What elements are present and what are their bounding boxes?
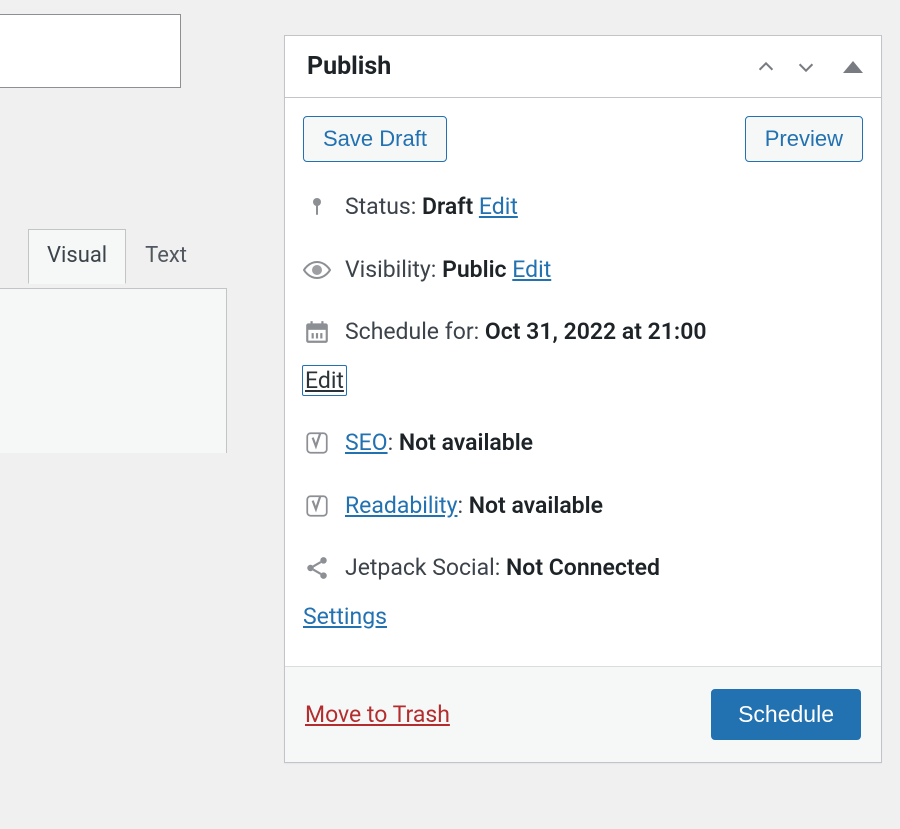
move-to-trash-link[interactable]: Move to Trash [305,701,450,728]
chevron-up-icon[interactable] [755,56,777,78]
status-label: Status: [345,193,422,220]
jetpack-label: Jetpack Social: [345,554,506,581]
readability-row: Readability: Not available [303,475,863,538]
status-row: Status: Draft Edit [303,176,863,239]
tab-visual[interactable]: Visual [28,229,126,284]
save-draft-button[interactable]: Save Draft [303,116,447,162]
publish-panel: Publish Save Draft Preview Status: Draft… [284,35,882,763]
schedule-edit-link[interactable]: Edit [302,365,347,397]
jetpack-text: Jetpack Social: Not Connected [345,551,863,586]
seo-value: Not available [399,429,533,456]
panel-header-controls [755,56,863,78]
readability-text: Readability: Not available [345,489,863,524]
jetpack-settings-link[interactable]: Settings [303,603,387,630]
post-title-input[interactable] [0,14,181,88]
schedule-label: Schedule for: [345,318,485,345]
visibility-value: Public [442,256,506,283]
schedule-button[interactable]: Schedule [711,689,861,740]
publish-panel-header: Publish [285,36,881,98]
jetpack-row: Jetpack Social: Not Connected Settings [303,537,863,648]
preview-button[interactable]: Preview [745,116,863,162]
readability-sep: : [457,492,468,519]
seo-link[interactable]: SEO [345,429,388,456]
status-text: Status: Draft Edit [345,190,863,225]
visibility-edit-link[interactable]: Edit [512,256,551,283]
schedule-text: Schedule for: Oct 31, 2022 at 21:00 [345,315,863,350]
eye-icon [303,256,331,284]
status-edit-link[interactable]: Edit [479,193,518,220]
publish-panel-title: Publish [307,52,391,81]
publish-actions-row: Save Draft Preview [285,98,881,166]
editor-tabs: Visual Text [28,229,206,284]
schedule-value: Oct 31, 2022 at 21:00 [485,318,707,345]
pin-icon [303,193,331,221]
tab-text[interactable]: Text [126,229,206,284]
chevron-down-icon[interactable] [795,56,817,78]
publish-panel-footer: Move to Trash Schedule [285,666,881,762]
visibility-row: Visibility: Public Edit [303,239,863,302]
yoast-readability-icon [303,492,331,520]
schedule-row: Schedule for: Oct 31, 2022 at 21:00 Edit [303,301,863,412]
readability-value: Not available [469,492,603,519]
seo-text: SEO: Not available [345,426,863,461]
jetpack-value: Not Connected [506,554,660,581]
seo-row: SEO: Not available [303,412,863,475]
yoast-seo-icon [303,429,331,457]
readability-link[interactable]: Readability [345,492,457,519]
editor-content-area[interactable] [0,288,227,453]
panel-collapse-toggle[interactable] [843,61,863,73]
seo-sep: : [388,429,399,456]
visibility-text: Visibility: Public Edit [345,253,863,288]
publish-meta-section: Status: Draft Edit Visibility: Public Ed… [285,166,881,666]
status-value: Draft [422,193,473,220]
calendar-icon [303,318,331,346]
share-icon [303,554,331,582]
visibility-label: Visibility: [345,256,442,283]
